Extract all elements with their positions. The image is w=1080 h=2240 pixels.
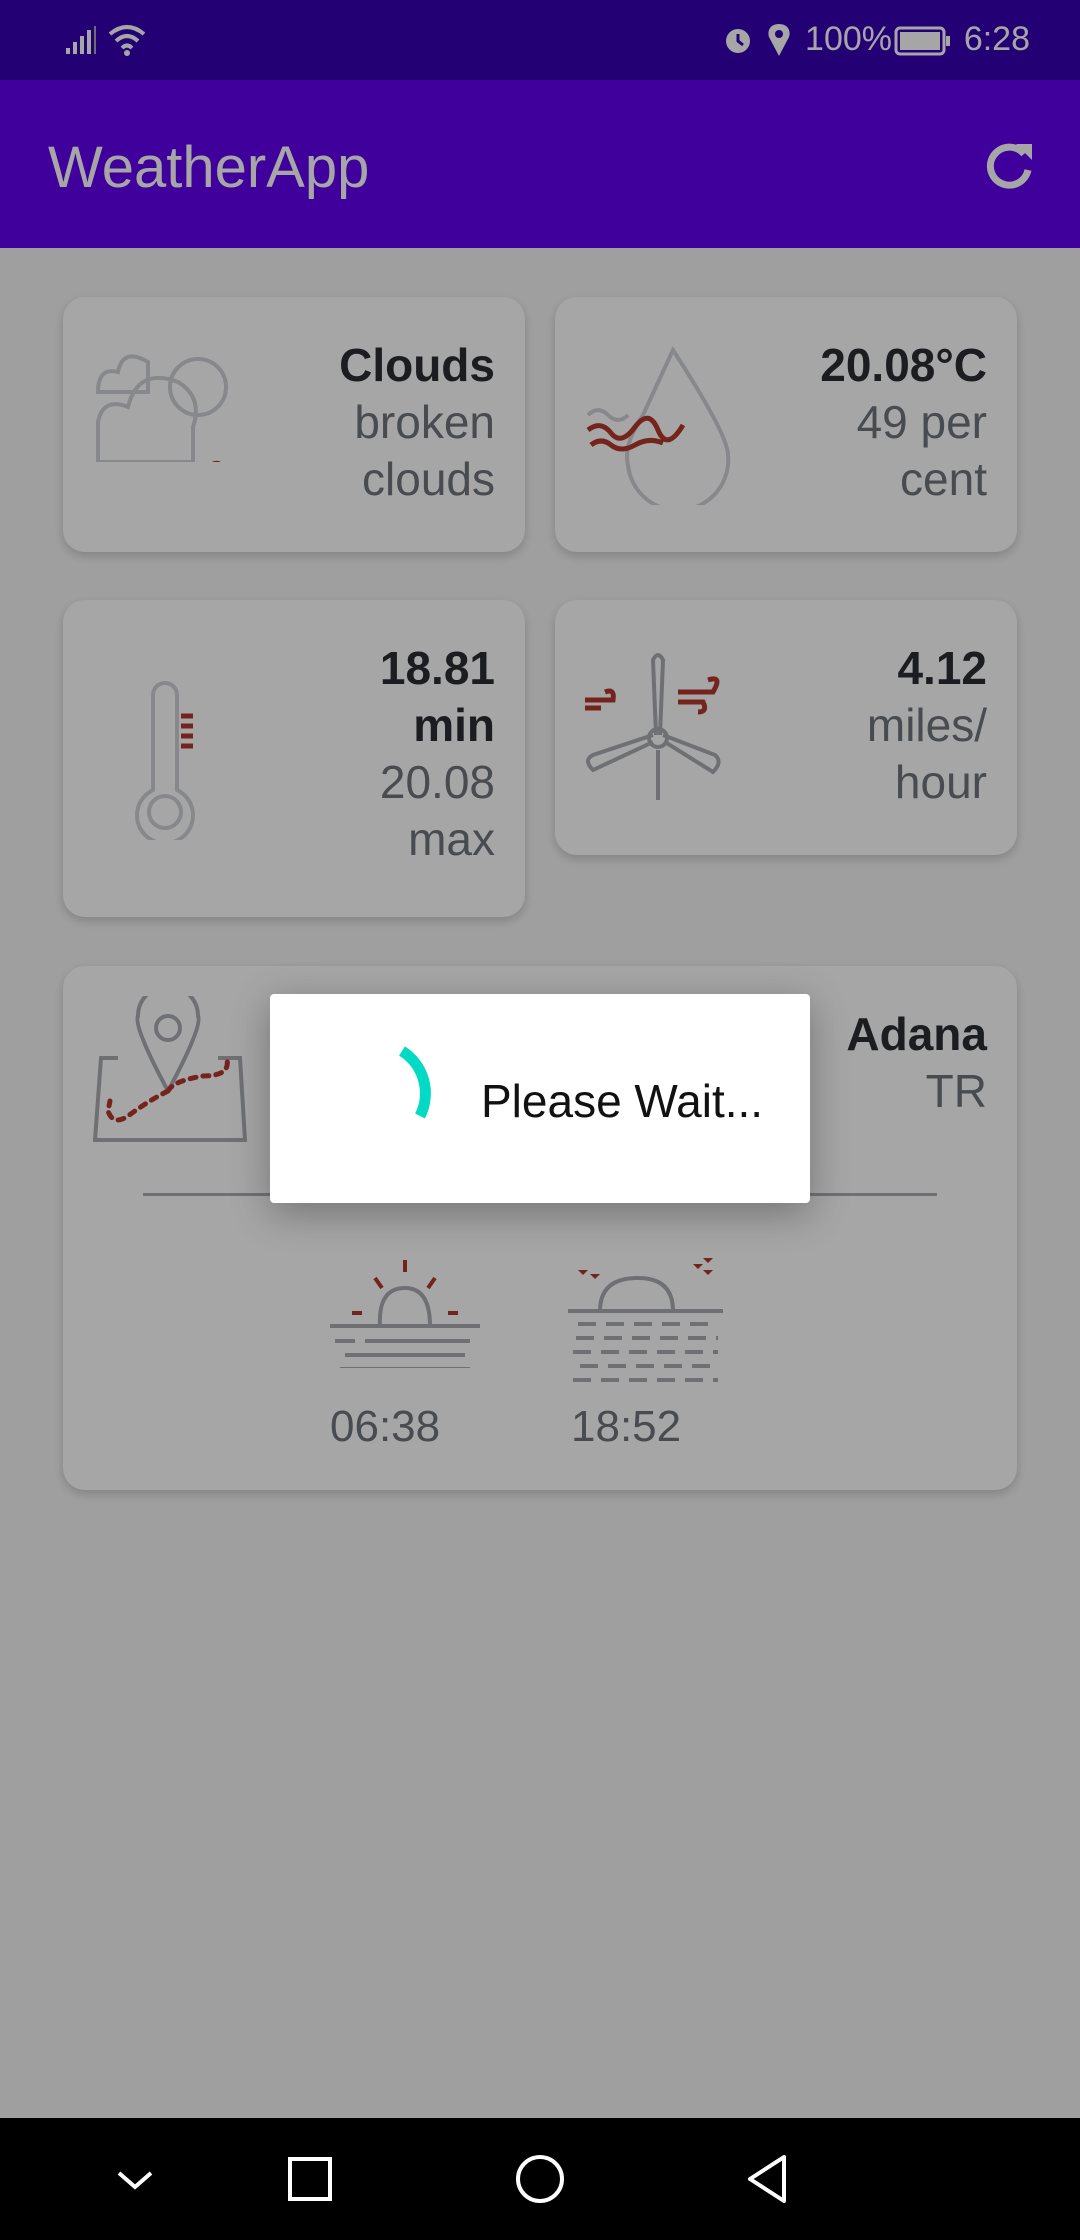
loading-dialog: Please Wait... (270, 994, 810, 1203)
collapse-icon[interactable] (105, 2149, 165, 2209)
recents-icon[interactable] (280, 2149, 340, 2209)
navigation-bar (0, 2118, 1080, 2240)
loading-message: Please Wait... (481, 1075, 764, 1127)
home-icon[interactable] (510, 2149, 570, 2209)
back-icon[interactable] (738, 2149, 798, 2209)
